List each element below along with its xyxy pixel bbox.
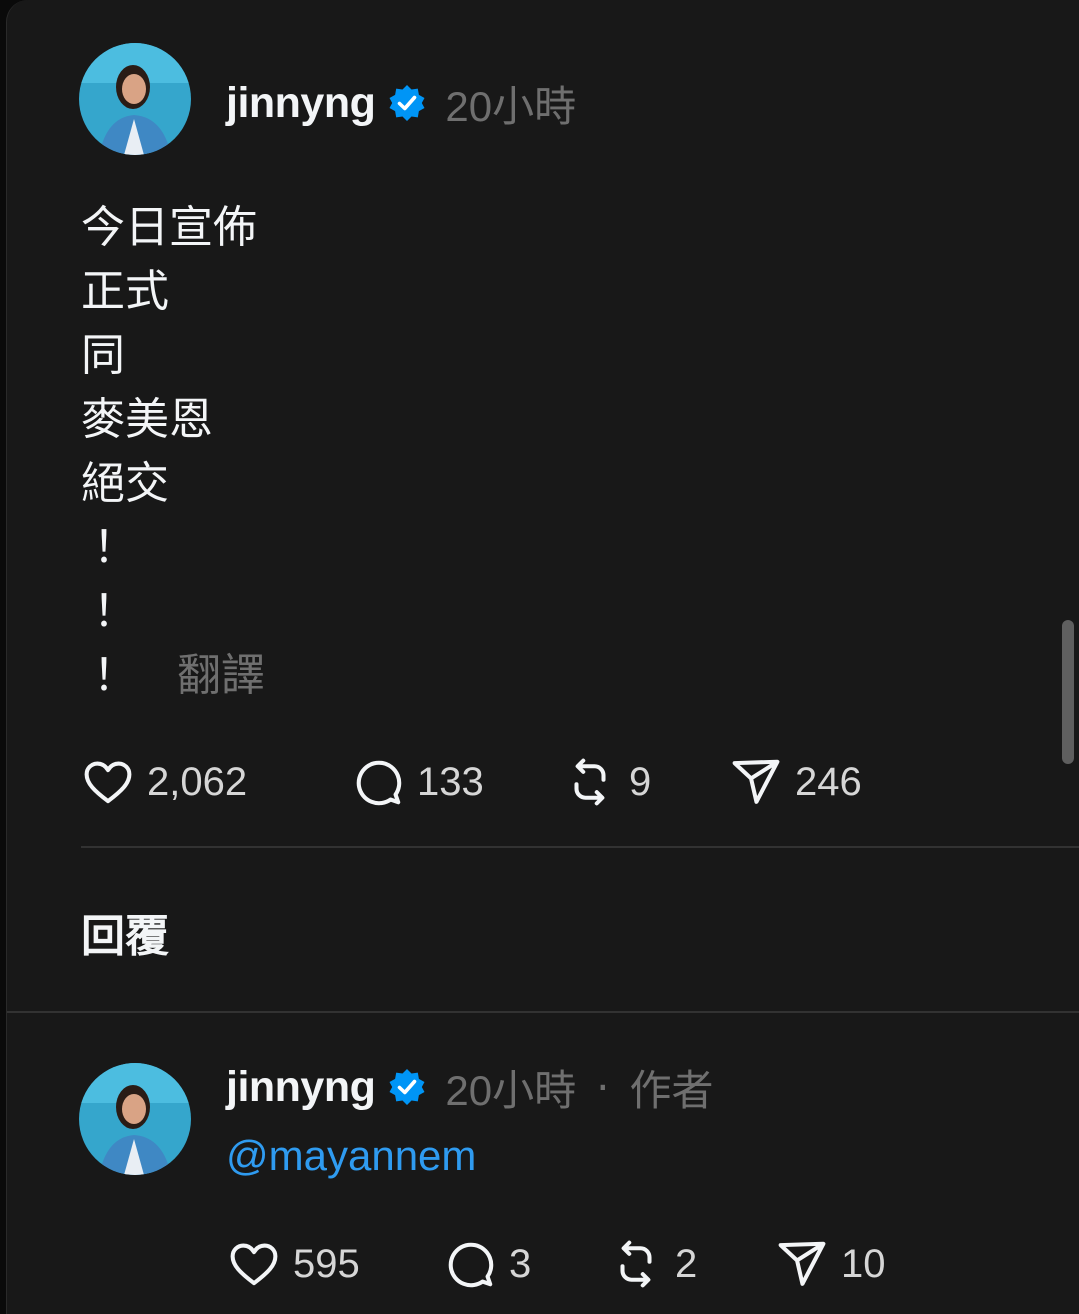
comment-count: 3 [509, 1241, 532, 1286]
share-button[interactable]: 246 [729, 755, 862, 809]
comment-button[interactable]: 133 [351, 755, 563, 809]
separator: · [596, 1062, 610, 1112]
like-count: 595 [293, 1241, 360, 1286]
post-body-line: 同 [81, 330, 125, 381]
post-body: 今日宣佈 正式 同 麥美恩 絕交 ！ ！ ！ 翻譯 [81, 196, 265, 708]
like-button[interactable]: 595 [227, 1237, 443, 1291]
avatar[interactable] [79, 1063, 191, 1175]
post-body-line: 麥美恩 [81, 394, 213, 445]
post-actions: 2,062 133 9 246 [81, 752, 862, 812]
comment-icon [351, 755, 405, 809]
reply-username[interactable]: jinnyng [226, 1063, 376, 1112]
verified-badge-icon [387, 83, 427, 123]
repost-icon [609, 1237, 663, 1291]
share-icon [729, 755, 783, 809]
heart-icon [81, 755, 135, 809]
post-header: jinnyng 20小時 [226, 73, 576, 133]
thread-panel: jinnyng 20小時 今日宣佈 正式 同 麥美恩 絕交 ！ ！ ！ 翻譯 2,… [6, 0, 1079, 1314]
post-body-last-line: ！ 翻譯 [81, 644, 265, 708]
post-body-line: 絕交 [81, 458, 169, 509]
divider [81, 846, 1079, 848]
post-body-line: 今日宣佈 [81, 202, 257, 253]
replies-heading[interactable]: 回覆 [81, 900, 169, 964]
mention-link[interactable]: @mayannem [226, 1132, 476, 1180]
divider [7, 1011, 1079, 1013]
verified-badge-icon [387, 1067, 427, 1107]
translate-button[interactable]: 翻譯 [177, 650, 265, 701]
post-body-line: ！ [93, 650, 137, 701]
reply-time: 20小時 [445, 1066, 577, 1114]
post-body-line: ！ [93, 586, 137, 637]
comment-count: 133 [417, 759, 484, 804]
repost-button[interactable]: 9 [563, 755, 729, 809]
share-button[interactable]: 10 [775, 1237, 886, 1291]
share-icon [775, 1237, 829, 1291]
like-count: 2,062 [147, 759, 248, 804]
repost-count: 9 [629, 759, 652, 804]
reply-actions: 595 3 2 10 [227, 1234, 886, 1294]
post-body-line: 正式 [81, 266, 169, 317]
post-body-line: ！ [93, 522, 137, 573]
author-label: 作者 [629, 1065, 714, 1115]
repost-count: 2 [675, 1241, 698, 1286]
username[interactable]: jinnyng [226, 79, 376, 128]
share-count: 10 [841, 1241, 886, 1286]
heart-icon [227, 1237, 281, 1291]
comment-button[interactable]: 3 [443, 1237, 609, 1291]
avatar[interactable] [79, 43, 191, 155]
post-time: 20小時 [445, 82, 577, 130]
reply-header: jinnyng 20小時 · 作者 [226, 1057, 713, 1117]
share-count: 246 [795, 759, 862, 804]
repost-icon [563, 755, 617, 809]
scrollbar[interactable] [1062, 620, 1074, 764]
repost-button[interactable]: 2 [609, 1237, 775, 1291]
like-button[interactable]: 2,062 [81, 755, 351, 809]
comment-icon [443, 1237, 497, 1291]
